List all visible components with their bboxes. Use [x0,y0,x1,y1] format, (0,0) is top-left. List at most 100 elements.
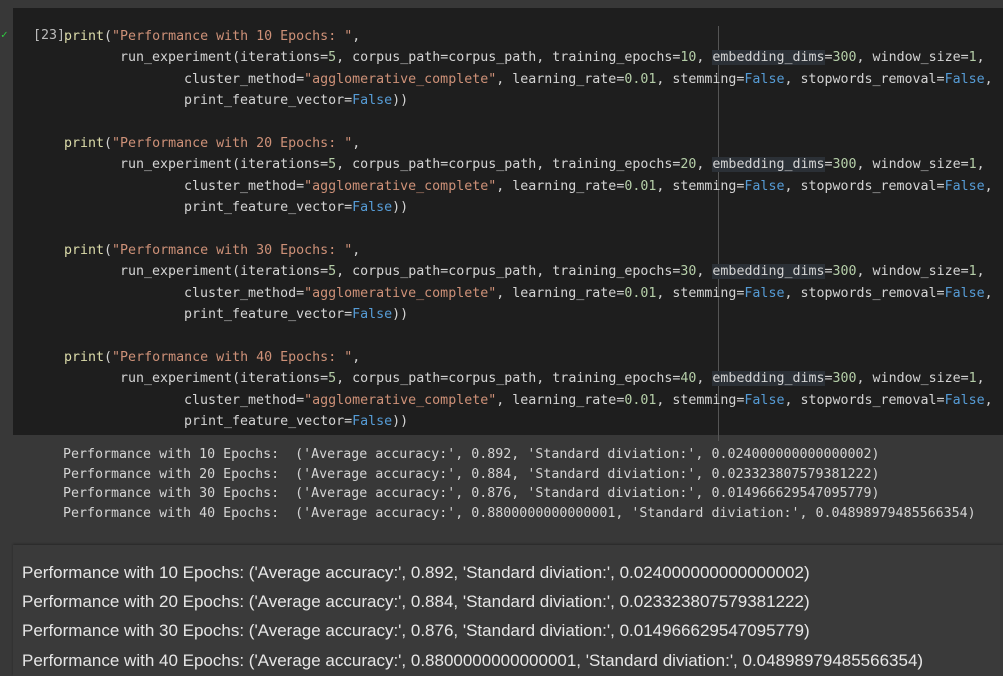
code-token: 0.01 [624,392,657,408]
code-token: = [824,157,833,173]
code-token: 0.01 [624,71,657,87]
code-token: , corpus_path=corpus_path, training_epoc… [336,50,681,66]
code-token: 5 [328,50,337,66]
code-token: , stopwords_removal= [784,71,945,87]
code-line[interactable]: cluster_method="agglomerative_complete",… [184,285,993,306]
code-token: print [64,29,105,44]
output-line: Performance with 10 Epochs: ('Average ac… [22,563,810,582]
code-token: print_feature_vector= [184,307,353,323]
code-token: , stopwords_removal= [784,285,945,301]
code-line[interactable]: run_experiment(iterations=5, corpus_path… [120,370,985,391]
output-line: Performance with 40 Epochs: ('Average ac… [63,506,976,522]
output-line: Performance with 20 Epochs: ('Average ac… [22,592,810,612]
code-token: print_feature_vector= [184,200,353,216]
code-token: embedding_dims [712,157,825,173]
code-token: 10 [680,50,697,66]
top-bar [0,0,1003,8]
code-token: print_feature_vector= [184,414,353,430]
code-line[interactable]: print_feature_vector=False)) [184,306,408,327]
code-token: 5 [328,371,337,387]
code-token: = [824,264,833,280]
code-token: 5 [328,157,337,173]
code-line[interactable]: print("Performance with 40 Epochs: ", [64,349,360,370]
code-token: ( [104,136,113,151]
code-token: , [984,178,993,194]
code-token: , window_size= [856,371,969,387]
code-line[interactable]: print("Performance with 20 Epochs: ", [64,135,360,156]
code-token: , [976,371,985,387]
code-token: 300 [832,50,857,66]
code-token: False [944,178,985,194]
code-line[interactable]: run_experiment(iterations=5, corpus_path… [120,263,985,284]
code-token: , [976,157,985,173]
code-token: cluster_method= [184,178,305,194]
code-token: = [824,50,833,66]
output-line: Performance with 20 Epochs: ('Average ac… [63,466,880,482]
code-token: "agglomerative_complete" [304,178,497,194]
code-token: , [352,243,361,258]
code-token: False [944,392,985,408]
code-token: 1 [968,371,977,387]
code-token: 300 [832,264,857,280]
output-line: Performance with 30 Epochs: ('Average ac… [63,486,880,502]
code-token: , [696,50,713,66]
code-cell[interactable]: [23] print("Performance with 10 Epochs: … [13,8,1003,441]
code-line[interactable]: cluster_method="agglomerative_complete",… [184,392,993,413]
code-token: embedding_dims [712,264,825,280]
code-token: , stopwords_removal= [784,392,945,408]
code-token: cluster_method= [184,392,305,408]
code-line[interactable]: print_feature_vector=False)) [184,92,408,113]
code-line[interactable]: run_experiment(iterations=5, corpus_path… [120,49,985,70]
code-token: "Performance with 30 Epochs: " [112,243,353,258]
code-token: False [744,392,785,408]
code-token: False [944,285,985,301]
execution-count[interactable]: [23] [33,28,65,43]
code-token: , stopwords_removal= [784,178,945,194]
code-line[interactable]: run_experiment(iterations=5, corpus_path… [120,156,985,177]
code-token: "agglomerative_complete" [304,71,497,87]
code-token: , stemming= [656,392,745,408]
code-token: ( [104,350,113,365]
code-token: False [944,71,985,87]
code-token: 5 [328,264,337,280]
code-token: , learning_rate= [496,178,625,194]
code-token: , corpus_path=corpus_path, training_epoc… [336,157,681,173]
code-token: , [984,285,993,301]
code-token: False [744,71,785,87]
code-token: "agglomerative_complete" [304,285,497,301]
code-line[interactable]: print("Performance with 30 Epochs: ", [64,242,360,263]
code-token: )) [392,307,409,323]
code-token: False [744,178,785,194]
cell-gutter: ✓ [0,8,13,435]
code-token: 1 [968,50,977,66]
code-token: embedding_dims [712,371,825,387]
code-token: 20 [680,157,697,173]
code-token: print [64,136,105,151]
code-token: "Performance with 10 Epochs: " [112,29,353,44]
code-token: cluster_method= [184,71,305,87]
code-token: False [352,200,393,216]
code-line[interactable]: cluster_method="agglomerative_complete",… [184,178,993,199]
code-token: , window_size= [856,157,969,173]
code-line[interactable]: cluster_method="agglomerative_complete",… [184,71,993,92]
code-token: False [744,285,785,301]
code-token: , [352,29,361,44]
code-token: 0.01 [624,285,657,301]
code-line[interactable]: print_feature_vector=False)) [184,199,408,220]
code-token: , [352,350,361,365]
code-token: , stemming= [656,178,745,194]
code-token: , [976,264,985,280]
code-token: , stemming= [656,285,745,301]
code-token: 1 [968,157,977,173]
output-line: Performance with 40 Epochs: ('Average ac… [22,650,924,670]
code-token: print [64,243,105,258]
code-token: , window_size= [856,50,969,66]
cell-output: Performance with 10 Epochs: ('Average ac… [63,445,976,524]
code-token: embedding_dims [712,50,825,66]
code-token: , stemming= [656,71,745,87]
code-token: 1 [968,264,977,280]
code-line[interactable]: print_feature_vector=False)) [184,413,408,434]
code-token: 300 [832,157,857,173]
code-token: ( [104,29,113,44]
code-line[interactable]: print("Performance with 10 Epochs: ", [64,28,360,49]
